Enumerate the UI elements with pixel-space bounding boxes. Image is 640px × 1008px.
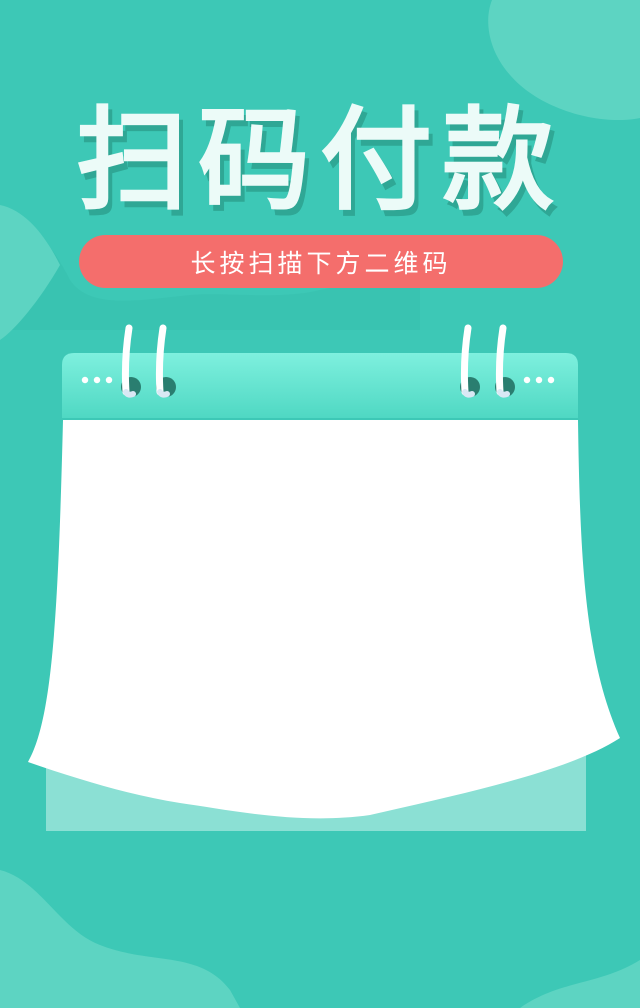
header-dots-right [523,376,555,384]
calendar-graphic [28,324,620,831]
header-dots-left [81,376,113,384]
calendar-paper [28,420,620,819]
